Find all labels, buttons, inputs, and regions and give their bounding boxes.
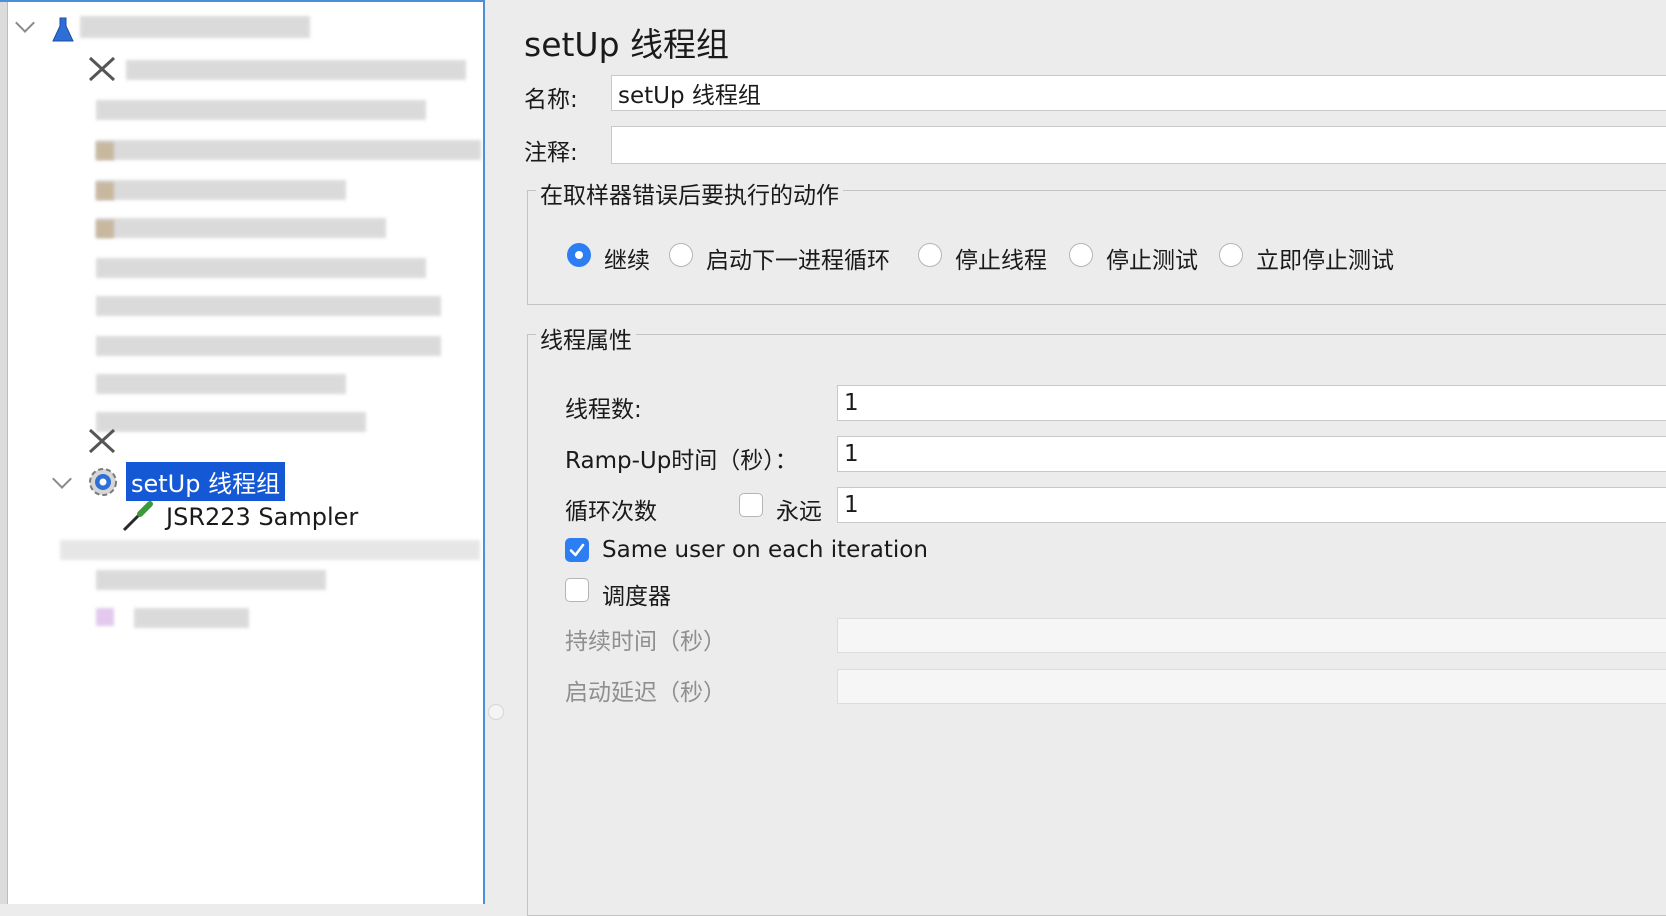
setup-group-collapse-chevron-icon[interactable] xyxy=(52,469,72,489)
scheduler-label: 调度器 xyxy=(602,584,671,610)
same-user-checkbox[interactable] xyxy=(565,538,589,562)
redacted-tree-label xyxy=(80,16,310,38)
redacted-tree-row xyxy=(96,412,366,432)
forever-label: 永远 xyxy=(776,499,822,525)
redacted-tree-row xyxy=(96,218,386,238)
radio-continue[interactable] xyxy=(567,243,591,267)
splitter-handle[interactable] xyxy=(488,704,504,720)
redacted-item-icon xyxy=(96,220,114,238)
comment-field[interactable] xyxy=(611,126,1666,164)
loop-count-field[interactable] xyxy=(837,487,1666,523)
name-label: 名称: xyxy=(524,87,578,113)
duration-field[interactable] xyxy=(837,618,1666,653)
redacted-tree-row xyxy=(96,570,326,590)
redacted-item-icon xyxy=(96,142,114,160)
radio-stop-test-now[interactable] xyxy=(1219,243,1243,267)
tree-item-label: JSR223 Sampler xyxy=(166,503,359,531)
scheduler-checkbox[interactable] xyxy=(565,578,589,602)
radio-stop-thread-label: 停止线程 xyxy=(955,248,1047,274)
radio-stop-thread[interactable] xyxy=(918,243,942,267)
radio-continue-label: 继续 xyxy=(604,248,650,274)
disabled-x-icon xyxy=(88,56,116,82)
redacted-item-icon xyxy=(96,608,114,626)
redacted-tree-row xyxy=(134,608,249,628)
name-field[interactable] xyxy=(611,75,1666,111)
redacted-tree-row xyxy=(60,540,480,560)
disabled-x-icon xyxy=(88,428,116,454)
redacted-tree-row xyxy=(96,336,441,356)
test-plan-flask-icon xyxy=(52,17,74,42)
forever-checkbox[interactable] xyxy=(739,493,763,517)
same-user-label: Same user on each iteration xyxy=(602,537,928,563)
pipette-icon xyxy=(122,501,153,532)
gear-icon xyxy=(89,467,117,496)
checkmark-icon xyxy=(569,543,585,557)
rampup-field[interactable] xyxy=(837,436,1666,472)
setup-thread-group-panel: setUp 线程组 名称: 注释: 在取样器错误后要执行的动作 继续 启动下一进… xyxy=(504,0,1666,916)
radio-stop-test-label: 停止测试 xyxy=(1106,248,1198,274)
redacted-tree-row xyxy=(96,100,426,120)
tree-item-setup-thread-group[interactable]: setUp 线程组 xyxy=(84,462,286,501)
redacted-tree-row xyxy=(96,258,426,278)
tree-left-edge xyxy=(0,2,8,904)
tree-item-jsr223-sampler[interactable]: JSR223 Sampler xyxy=(120,500,358,534)
threads-field[interactable] xyxy=(837,385,1666,421)
page-title: setUp 线程组 xyxy=(524,25,730,64)
radio-stop-test-now-label: 立即停止测试 xyxy=(1256,248,1394,274)
redacted-tree-row xyxy=(96,140,481,160)
startup-delay-label: 启动延迟（秒） xyxy=(565,680,726,706)
duration-label: 持续时间（秒） xyxy=(565,629,726,655)
redacted-tree-row xyxy=(96,374,346,394)
test-plan-tree[interactable]: setUp 线程组 JSR223 Sampler xyxy=(0,0,485,904)
redacted-tree-row xyxy=(126,60,466,80)
radio-start-next-loop-label: 启动下一进程循环 xyxy=(706,248,890,274)
redacted-tree-row xyxy=(96,296,441,316)
thread-properties-group-title: 线程属性 xyxy=(536,321,636,355)
tree-item-label: setUp 线程组 xyxy=(126,462,286,501)
comment-label: 注释: xyxy=(524,140,578,166)
radio-stop-test[interactable] xyxy=(1069,243,1093,267)
redacted-item-icon xyxy=(96,182,114,200)
startup-delay-field[interactable] xyxy=(837,669,1666,704)
loop-count-label: 循环次数 xyxy=(565,499,657,525)
rampup-label: Ramp-Up时间（秒）： xyxy=(565,448,798,474)
radio-start-next-loop[interactable] xyxy=(669,243,693,267)
root-collapse-chevron-icon[interactable] xyxy=(15,13,35,33)
error-action-group-title: 在取样器错误后要执行的动作 xyxy=(536,176,843,210)
threads-label: 线程数: xyxy=(565,397,642,423)
redacted-tree-row xyxy=(96,180,346,200)
